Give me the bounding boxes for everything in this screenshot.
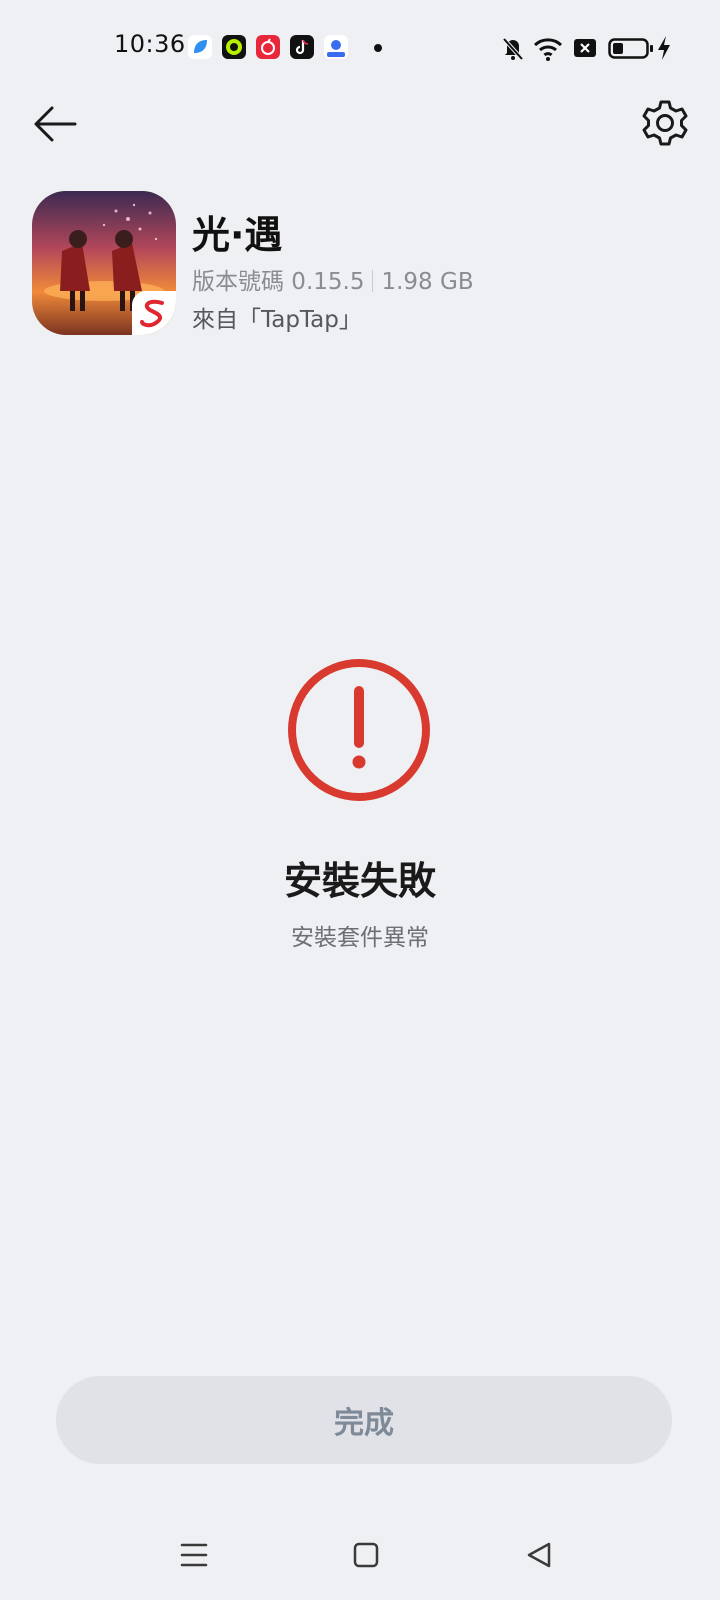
meta-divider — [372, 270, 374, 292]
more-notifications-dot — [374, 44, 382, 52]
nav-menu-button[interactable] — [169, 1530, 219, 1580]
app-version: 版本號碼 0.15.5 — [192, 269, 365, 295]
app-source: 來自「TapTap」 — [192, 307, 362, 333]
back-triangle-icon — [527, 1542, 551, 1568]
back-button[interactable] — [30, 98, 82, 150]
sim-x-icon — [574, 39, 596, 57]
netease-badge-icon — [132, 291, 176, 335]
settings-button[interactable] — [640, 98, 690, 148]
app-version-size: 版本號碼 0.15.5 1.98 GB — [192, 262, 474, 296]
arrow-left-icon — [34, 106, 77, 142]
mute-bell-icon — [502, 37, 524, 61]
battery-icon — [608, 38, 653, 59]
gear-icon — [642, 100, 688, 146]
baidu-icon — [324, 35, 348, 59]
app-size: 1.98 GB — [381, 269, 474, 295]
netease-music-icon — [256, 35, 280, 59]
blue-app-icon — [188, 35, 212, 59]
green-ring-app-icon — [222, 35, 246, 59]
tiktok-icon — [290, 35, 314, 59]
result-title: 安裝失敗 — [283, 859, 436, 903]
menu-icon — [180, 1543, 208, 1567]
result-subtitle: 安裝套件異常 — [291, 925, 429, 951]
nav-home-button[interactable] — [341, 1530, 391, 1580]
charging-bolt-icon — [658, 36, 670, 60]
nav-back-button[interactable] — [514, 1530, 564, 1580]
done-button[interactable]: 完成 — [56, 1376, 672, 1464]
app-icon — [32, 191, 176, 335]
status-bar: 10:36 — [0, 0, 720, 96]
wifi-icon — [533, 38, 563, 61]
status-time: 10:36 — [114, 30, 186, 58]
app-name: 光·遇 — [192, 213, 283, 257]
error-exclamation-icon — [288, 659, 430, 801]
home-square-icon — [353, 1542, 379, 1568]
